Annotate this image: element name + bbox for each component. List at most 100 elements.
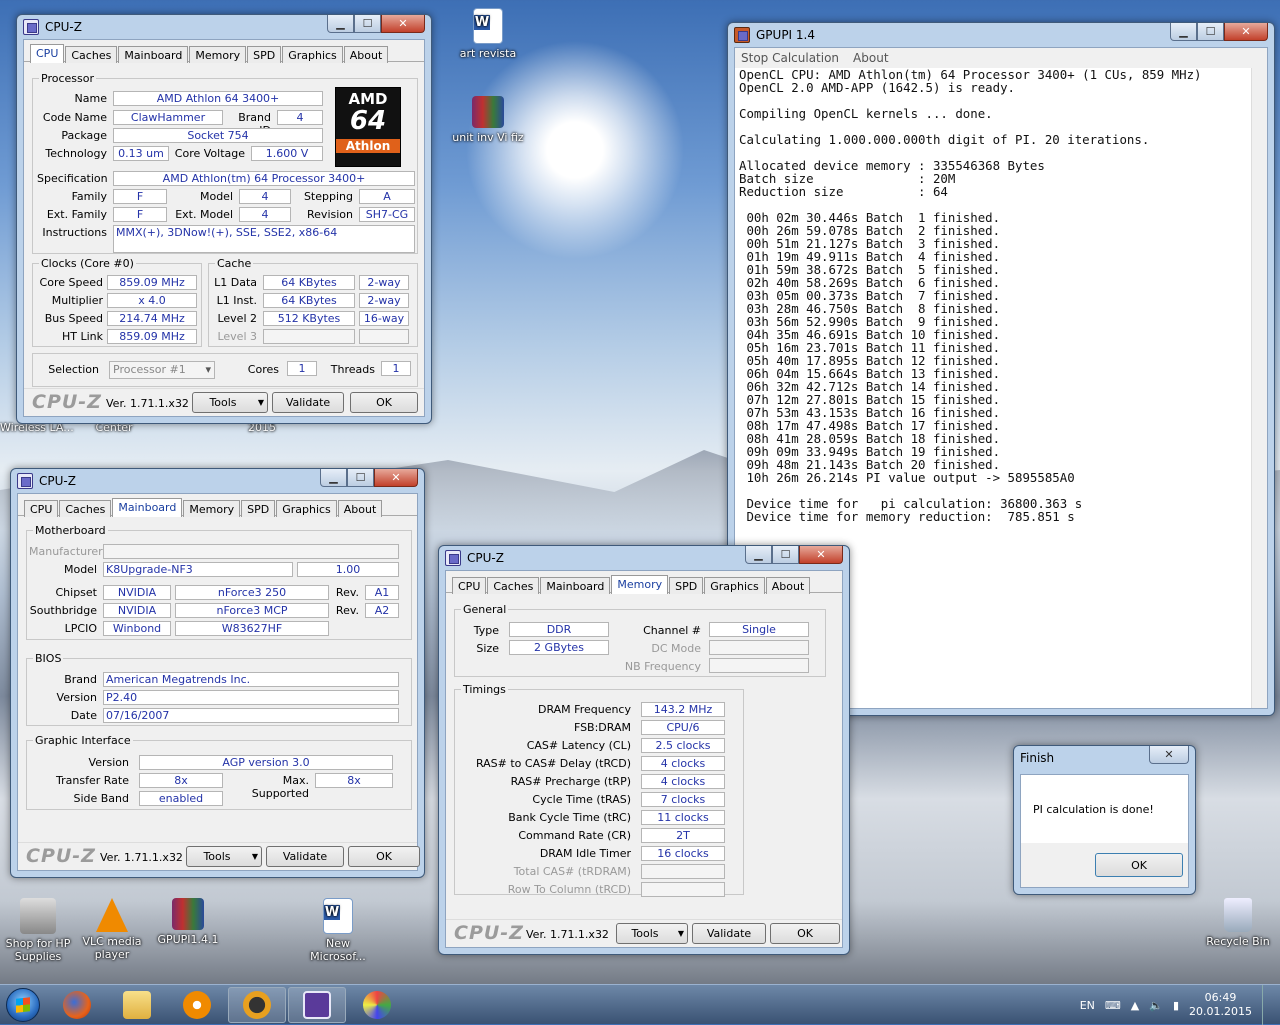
taskbar-explorer[interactable] <box>108 987 166 1023</box>
close-button[interactable]: ✕ <box>1149 746 1189 764</box>
tab-graphics[interactable]: Graphics <box>704 577 765 594</box>
keyboard-icon[interactable]: ⌨ <box>1105 999 1121 1012</box>
taskbar-cpuz[interactable] <box>288 986 346 1023</box>
desktop-icon-gpupi[interactable]: GPUPI1.4.1 <box>150 898 226 946</box>
dc-mode-value <box>709 640 809 655</box>
show-hidden-icons-icon[interactable]: ▲ <box>1131 999 1139 1012</box>
lpcio-vendor-value: Winbond <box>103 621 171 636</box>
tab-spd[interactable]: SPD <box>669 577 704 594</box>
minimize-button[interactable]: ▁ <box>1170 23 1197 41</box>
cpuz-window-memory[interactable]: CPU-Z ▁ ☐ ✕ CPU Caches Mainboard Memory SP… <box>438 545 850 955</box>
maximize-button[interactable]: ☐ <box>1197 23 1224 41</box>
tab-about[interactable]: About <box>343 46 389 63</box>
tab-memory[interactable]: Memory <box>611 575 669 594</box>
firefox-icon <box>63 990 91 1019</box>
tab-cpu[interactable]: CPU <box>452 577 487 594</box>
tab-cpu[interactable]: CPU <box>24 500 59 517</box>
tab-spd[interactable]: SPD <box>241 500 276 517</box>
family-value: F <box>113 189 167 204</box>
finish-dialog[interactable]: Finish ✕ PI calculation is done! OK <box>1013 745 1196 895</box>
tab-graphics[interactable]: Graphics <box>276 500 337 517</box>
clock[interactable]: 06:49 20.01.2015 <box>1189 991 1252 1019</box>
tools-button[interactable]: Tools <box>616 923 688 944</box>
desktop-icon-hp-supplies[interactable]: Shop for HP Supplies <box>0 898 76 963</box>
desktop-icon-unit-inv[interactable]: unit inv Vi fiz <box>450 96 526 144</box>
desktop-icon-new-word[interactable]: W New Microsof... <box>300 898 376 963</box>
tab-caches[interactable]: Caches <box>65 46 118 63</box>
taskbar-firefox[interactable] <box>48 987 106 1023</box>
tab-mainboard[interactable]: Mainboard <box>118 46 189 63</box>
tab-about[interactable]: About <box>765 577 811 594</box>
network-icon[interactable]: ▮ <box>1173 999 1179 1012</box>
desktop-icon-label: GPUPI1.4.1 <box>157 933 219 946</box>
cpuz-window-cpu[interactable]: CPU-Z ▁ ☐ ✕ CPU Caches Mainboard Memory SP… <box>16 14 432 424</box>
validate-button[interactable]: Validate <box>692 923 766 944</box>
close-button[interactable]: ✕ <box>374 469 418 487</box>
media-player-icon <box>183 990 211 1019</box>
ok-button[interactable]: OK <box>348 846 420 867</box>
tab-graphics[interactable]: Graphics <box>282 46 343 63</box>
tab-memory[interactable]: Memory <box>189 46 247 63</box>
tab-caches[interactable]: Caches <box>487 577 540 594</box>
tab-caches[interactable]: Caches <box>59 500 112 517</box>
ok-button[interactable]: OK <box>1095 853 1183 877</box>
close-button[interactable]: ✕ <box>799 546 843 564</box>
vertical-scrollbar[interactable] <box>1251 68 1267 708</box>
start-button[interactable] <box>0 985 46 1025</box>
close-button[interactable]: ✕ <box>381 15 425 33</box>
tab-about[interactable]: About <box>337 500 383 517</box>
minimize-button[interactable]: ▁ <box>745 546 772 564</box>
tab-mainboard[interactable]: Mainboard <box>540 577 611 594</box>
tab-spd[interactable]: SPD <box>247 46 282 63</box>
ext-model-label: Ext. Model <box>175 208 233 221</box>
menu-stop-calculation[interactable]: Stop Calculation <box>741 51 839 65</box>
cpuz-window-mainboard[interactable]: CPU-Z ▁ ☐ ✕ CPU Caches Mainboard Memory SP… <box>10 468 425 878</box>
cores-value: 1 <box>287 361 317 376</box>
validate-button[interactable]: Validate <box>272 392 344 413</box>
desktop-icon-label: Shop for HP Supplies <box>5 937 71 963</box>
menu-about[interactable]: About <box>853 51 888 65</box>
multiplier-label: Multiplier <box>51 294 103 307</box>
close-button[interactable]: ✕ <box>1224 23 1268 41</box>
desktop-icon-art-revista[interactable]: W art revista <box>450 8 526 60</box>
processor-select[interactable]: Processor #1 <box>109 361 215 379</box>
lpcio-name-value: W83627HF <box>175 621 329 636</box>
l1-data-label: L1 Data <box>214 276 257 289</box>
maximize-button[interactable]: ☐ <box>772 546 799 564</box>
tab-memory[interactable]: Memory <box>183 500 241 517</box>
show-desktop-button[interactable] <box>1262 985 1272 1025</box>
taskbar-media-player[interactable] <box>168 987 226 1023</box>
size-value: 2 GBytes <box>509 640 609 655</box>
tab-mainboard[interactable]: Mainboard <box>112 498 183 517</box>
group-title: BIOS <box>35 652 62 665</box>
ext-model-value: 4 <box>239 207 291 222</box>
tab-cpu[interactable]: CPU <box>30 44 65 63</box>
minimize-button[interactable]: ▁ <box>327 15 354 33</box>
ok-button[interactable]: OK <box>770 923 840 944</box>
tools-button[interactable]: Tools <box>192 392 268 413</box>
channel-label: Channel # <box>643 624 701 637</box>
maximize-button[interactable]: ☐ <box>347 469 374 487</box>
language-indicator[interactable]: EN <box>1080 999 1095 1012</box>
model-label: Model <box>199 190 233 203</box>
ok-button[interactable]: OK <box>350 392 418 413</box>
timing-label: CAS# Latency (CL) <box>526 739 631 752</box>
core-speed-value: 859.09 MHz <box>107 275 197 290</box>
cache-group: Cache L1 Data 64 KBytes 2-way L1 Inst. 6… <box>208 257 418 347</box>
type-value: DDR <box>509 622 609 637</box>
taskbar-paint[interactable] <box>348 987 406 1023</box>
tools-button[interactable]: Tools <box>186 846 262 867</box>
dialog-button-area: OK <box>1021 843 1188 887</box>
model-revision-value: 1.00 <box>297 562 399 577</box>
maximize-button[interactable]: ☐ <box>354 15 381 33</box>
desktop-icon-vlc[interactable]: VLC media player <box>74 898 150 961</box>
graphic-interface-group: Graphic Interface Version AGP version 3.… <box>26 734 412 810</box>
minimize-button[interactable]: ▁ <box>320 469 347 487</box>
validate-button[interactable]: Validate <box>266 846 344 867</box>
taskbar-gpupi[interactable] <box>228 986 286 1023</box>
chipset-label: Chipset <box>55 586 97 599</box>
console-line: 10h 26m 26.214s PI value output -> 58955… <box>739 470 1075 485</box>
desktop-icon-recycle-bin[interactable]: Recycle Bin <box>1200 898 1276 948</box>
timing-value: 4 clocks <box>641 774 725 789</box>
volume-icon[interactable]: 🔈 <box>1149 999 1163 1012</box>
